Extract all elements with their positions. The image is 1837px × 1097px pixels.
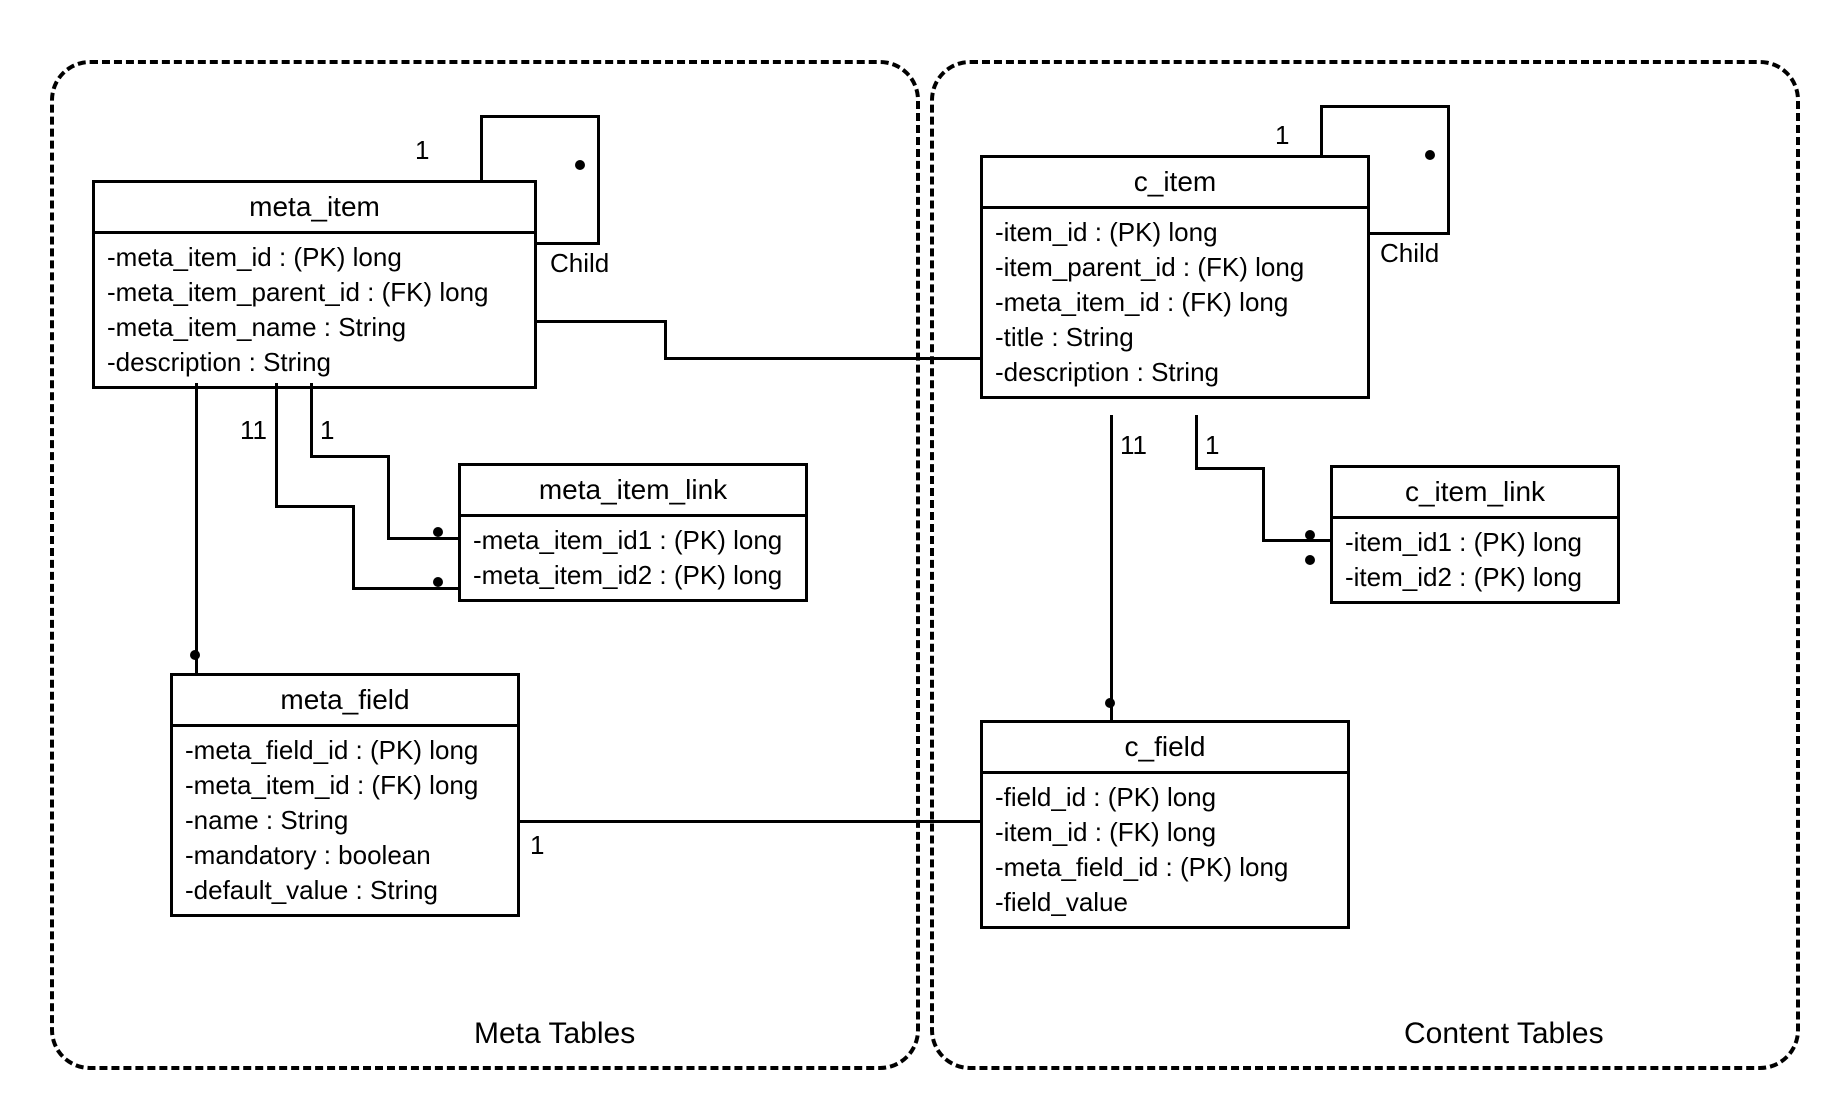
connector (1262, 539, 1330, 542)
label-child: Child (550, 248, 609, 279)
entity-attr: -item_id1 : (PK) long (1345, 525, 1605, 560)
label-one: 1 (320, 415, 334, 446)
connector (1320, 105, 1450, 108)
entity-attr: -description : String (995, 355, 1355, 390)
entity-attr: -meta_item_id2 : (PK) long (473, 558, 793, 593)
entity-attr: -item_id2 : (PK) long (1345, 560, 1605, 595)
connector (1110, 415, 1113, 720)
label-eleven: 11 (1120, 430, 1147, 461)
entity-meta-field: meta_field -meta_field_id : (PK) long -m… (170, 673, 520, 917)
connector (387, 537, 458, 540)
entity-c-item: c_item -item_id : (PK) long -item_parent… (980, 155, 1370, 399)
dot (1425, 150, 1435, 160)
connector (1320, 105, 1323, 155)
connector (951, 357, 981, 360)
entity-attr: -title : String (995, 320, 1355, 355)
entity-attr: -item_id : (PK) long (995, 215, 1355, 250)
entity-c-item-link-body: -item_id1 : (PK) long -item_id2 : (PK) l… (1333, 519, 1617, 601)
dot (575, 160, 585, 170)
entity-c-item-body: -item_id : (PK) long -item_parent_id : (… (983, 209, 1367, 396)
connector (1370, 232, 1450, 235)
connector (1447, 105, 1450, 235)
entity-c-field-title: c_field (983, 723, 1347, 774)
label-one: 1 (530, 830, 544, 861)
connector (387, 455, 390, 540)
connector (597, 115, 600, 245)
entity-attr: -item_parent_id : (FK) long (995, 250, 1355, 285)
entity-attr: -meta_field_id : (PK) long (185, 733, 505, 768)
entity-attr: -description : String (107, 345, 522, 380)
entity-c-field: c_field -field_id : (PK) long -item_id :… (980, 720, 1350, 929)
er-diagram-canvas: Meta Tables Content Tables meta_item -me… (20, 20, 1817, 1077)
connector (195, 383, 198, 673)
label-eleven: 11 (240, 415, 267, 446)
connector (664, 357, 954, 360)
label-one: 1 (1275, 120, 1289, 151)
connector (352, 587, 458, 590)
connector (310, 455, 390, 458)
dot (1305, 530, 1315, 540)
entity-c-item-link-title: c_item_link (1333, 468, 1617, 519)
entity-attr: -field_value (995, 885, 1335, 920)
entity-attr: -meta_field_id : (PK) long (995, 850, 1335, 885)
connector (275, 505, 355, 508)
entity-attr: -item_id : (FK) long (995, 815, 1335, 850)
connector (1262, 467, 1265, 542)
entity-attr: -meta_item_id : (FK) long (185, 768, 505, 803)
connector (352, 505, 355, 590)
connector (275, 383, 278, 508)
zone-content-label: Content Tables (1404, 1017, 1604, 1051)
entity-meta-field-body: -meta_field_id : (PK) long -meta_item_id… (173, 727, 517, 914)
label-one: 1 (415, 135, 429, 166)
entity-c-field-body: -field_id : (PK) long -item_id : (FK) lo… (983, 774, 1347, 926)
entity-meta-item-link-title: meta_item_link (461, 466, 805, 517)
dot (190, 650, 200, 660)
entity-meta-item: meta_item -meta_item_id : (PK) long -met… (92, 180, 537, 389)
connector (1195, 415, 1198, 470)
entity-attr: -meta_item_parent_id : (FK) long (107, 275, 522, 310)
entity-meta-field-title: meta_field (173, 676, 517, 727)
zone-meta-label: Meta Tables (474, 1017, 635, 1051)
connector (537, 242, 600, 245)
connector (480, 115, 483, 180)
entity-attr: -meta_item_id : (PK) long (107, 240, 522, 275)
dot (433, 577, 443, 587)
entity-attr: -field_id : (PK) long (995, 780, 1335, 815)
entity-attr: -default_value : String (185, 873, 505, 908)
entity-meta-item-title: meta_item (95, 183, 534, 234)
connector (310, 383, 313, 458)
connector (664, 320, 667, 360)
connector (480, 115, 600, 118)
entity-c-item-title: c_item (983, 158, 1367, 209)
entity-attr: -meta_item_id : (FK) long (995, 285, 1355, 320)
connector (1195, 467, 1265, 470)
entity-attr: -name : String (185, 803, 505, 838)
entity-attr: -mandatory : boolean (185, 838, 505, 873)
entity-c-item-link: c_item_link -item_id1 : (PK) long -item_… (1330, 465, 1620, 604)
label-child: Child (1380, 238, 1439, 269)
dot (1105, 698, 1115, 708)
dot (433, 527, 443, 537)
entity-meta-item-link-body: -meta_item_id1 : (PK) long -meta_item_id… (461, 517, 805, 599)
entity-meta-item-link: meta_item_link -meta_item_id1 : (PK) lon… (458, 463, 808, 602)
entity-meta-item-body: -meta_item_id : (PK) long -meta_item_par… (95, 234, 534, 386)
connector (520, 820, 980, 823)
dot (1305, 555, 1315, 565)
entity-attr: -meta_item_name : String (107, 310, 522, 345)
label-one: 1 (1205, 430, 1219, 461)
entity-attr: -meta_item_id1 : (PK) long (473, 523, 793, 558)
connector (537, 320, 667, 323)
